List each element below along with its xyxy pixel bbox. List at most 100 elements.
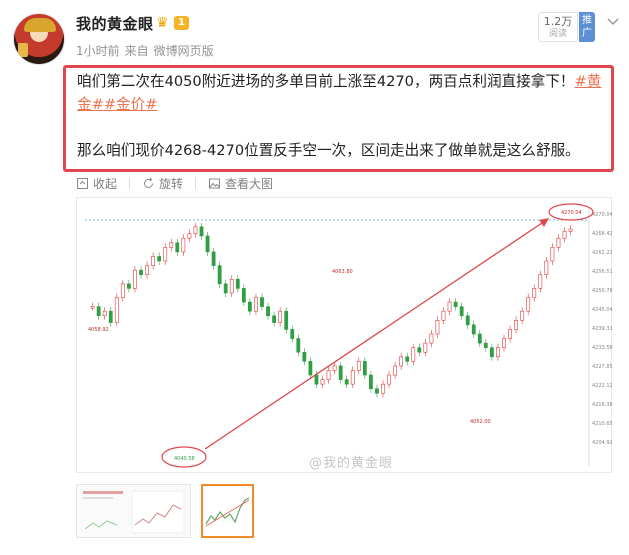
image-icon xyxy=(209,178,221,189)
view-large-label: 查看大图 xyxy=(225,177,274,191)
trend-arrow xyxy=(204,220,546,450)
candle-body xyxy=(326,370,331,380)
candle-body xyxy=(526,297,531,312)
read-count: 1.2万 xyxy=(543,15,573,28)
rotate-button[interactable]: 旋转 xyxy=(142,175,183,192)
watermark: @我的黄金眼 xyxy=(309,456,394,471)
rotate-icon xyxy=(144,177,154,188)
collect-label: 收起 xyxy=(93,177,118,191)
candle-body xyxy=(375,388,379,394)
candle-body xyxy=(362,361,367,376)
image-action-bar: 收起 旋转 查看大图 xyxy=(76,175,285,192)
axis-tick-label: 4268.42 xyxy=(592,231,613,237)
post-source[interactable]: 微博网页版 xyxy=(154,42,214,59)
candle-body xyxy=(514,320,519,330)
axis-tick-label: 4245.04 xyxy=(592,307,613,313)
candle-body xyxy=(181,237,186,253)
rotate-label: 旋转 xyxy=(159,177,184,191)
view-large-button[interactable]: 查看大图 xyxy=(208,175,273,192)
axis-tick-label: 4222.12 xyxy=(592,383,613,389)
chevron-down-icon[interactable] xyxy=(606,14,620,28)
candle-body xyxy=(550,247,555,262)
axis-tick-label: 4233.58 xyxy=(592,345,613,351)
candlestick-chart: 4270.04 4268.42 4262.22 4256.51 4250.78 4245.… xyxy=(85,203,613,468)
candle-body xyxy=(405,356,410,362)
candle-body xyxy=(483,342,488,348)
candle-body xyxy=(423,342,428,353)
candle-body xyxy=(145,265,149,276)
vip-badge[interactable]: ♛ 1 xyxy=(156,14,194,31)
candle-body xyxy=(187,233,192,239)
crown-icon: ♛ xyxy=(156,14,169,31)
candle-body xyxy=(314,374,319,385)
candle-body xyxy=(102,310,107,317)
candle-body xyxy=(411,347,416,362)
chart-image[interactable]: 4270.04 4268.42 4262.22 4256.51 4250.78 4245.… xyxy=(76,197,613,473)
candle-body xyxy=(96,306,101,317)
price-label: 4058.92 xyxy=(88,327,109,333)
thumbnail-1[interactable] xyxy=(76,484,191,538)
axis-tick-label: 4239.31 xyxy=(592,326,613,332)
post-line-1: 咱们第二次在4050附近进场的多单目前上涨至4270，两百点利润直接拿下！ xyxy=(77,73,575,90)
candle-body xyxy=(393,365,398,376)
axis-tick-label: 4250.78 xyxy=(592,288,613,294)
vip-level: 1 xyxy=(174,15,189,30)
candle-body xyxy=(151,256,156,266)
username[interactable]: 我的黄金眼 xyxy=(76,13,154,34)
candle-body xyxy=(235,278,240,289)
candle-body xyxy=(248,301,252,312)
post-line-2: 那么咱们现价4268-4270位置反手空一次，区间走出来了做单就是这么舒服。 xyxy=(77,142,580,159)
candle-body xyxy=(508,329,512,339)
candle-body xyxy=(520,310,525,321)
candle-body xyxy=(496,347,500,358)
candle-body xyxy=(254,297,258,312)
candle-body xyxy=(114,297,119,323)
candle-body xyxy=(387,374,391,385)
candle-body xyxy=(223,283,228,294)
candle-body xyxy=(296,338,301,353)
hashtag-gold-price[interactable]: #金价# xyxy=(104,96,158,113)
candle-body xyxy=(272,315,277,323)
action-divider xyxy=(129,177,131,189)
collect-button[interactable]: 收起 xyxy=(76,175,117,192)
candle-body xyxy=(568,228,573,232)
candle-body xyxy=(368,374,373,390)
post-text: 咱们第二次在4050附近进场的多单目前上涨至4270，两百点利润直接拿下！#黄金… xyxy=(77,70,612,162)
candle-body xyxy=(217,265,222,285)
axis-tick-label: 4227.85 xyxy=(592,364,613,370)
candle-body xyxy=(399,356,404,367)
candle-body xyxy=(471,324,476,335)
candle-body xyxy=(459,306,464,317)
candle-body xyxy=(532,288,537,298)
action-divider xyxy=(195,177,197,189)
axis-tick-label: 4256.51 xyxy=(592,269,613,275)
candle-body xyxy=(290,329,295,339)
candle-body xyxy=(241,288,246,303)
price-label: 4063.80 xyxy=(332,269,353,275)
candle-body xyxy=(120,283,125,298)
candle-body xyxy=(139,269,143,276)
candle-body xyxy=(126,283,131,289)
candle-body xyxy=(175,242,180,253)
axis-tick-label: 4210.65 xyxy=(592,421,613,427)
candle-body xyxy=(538,274,543,289)
candle-body xyxy=(266,306,270,317)
candle-body xyxy=(453,301,458,307)
candle-body xyxy=(169,242,174,248)
avatar[interactable] xyxy=(13,13,65,65)
candle-body xyxy=(332,365,337,371)
candle-body xyxy=(133,269,137,289)
candle-body xyxy=(417,347,422,353)
candle-body xyxy=(90,306,95,309)
promote-tag[interactable]: 推广 xyxy=(579,12,595,42)
candle-body xyxy=(562,231,567,239)
candle-body xyxy=(435,320,440,335)
collapse-icon xyxy=(77,178,88,189)
post-time[interactable]: 1小时前 xyxy=(76,42,120,59)
candle-body xyxy=(199,226,204,237)
trend-arrow-head xyxy=(539,218,549,227)
candle-body xyxy=(320,379,325,385)
thumbnail-2[interactable] xyxy=(201,484,254,538)
candle-body xyxy=(278,310,283,323)
candle-body xyxy=(381,383,385,394)
